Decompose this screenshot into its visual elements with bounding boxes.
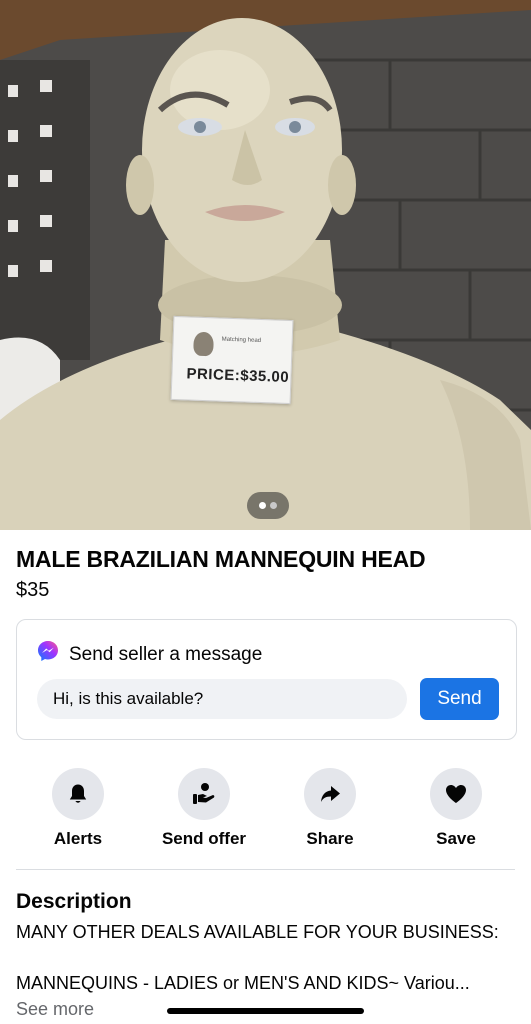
save-circle[interactable]	[430, 768, 482, 820]
mannequin-photo-illustration	[0, 0, 531, 530]
description-line: MANY OTHER DEALS AVAILABLE FOR YOUR BUSI…	[16, 922, 499, 942]
save-label: Save	[436, 829, 476, 848]
send-offer-circle[interactable]	[178, 768, 230, 820]
description-heading: Description	[16, 890, 132, 913]
pager-dot-active[interactable]	[259, 502, 266, 509]
tag-caption: Matching head	[221, 336, 262, 345]
alerts-button[interactable]: Alerts	[18, 768, 138, 849]
bell-icon	[69, 784, 87, 803]
pager-dot[interactable]	[270, 502, 277, 509]
offer-hand-icon	[193, 783, 215, 804]
message-seller-card: Send seller a message Hi, is this availa…	[16, 619, 517, 740]
messenger-icon	[38, 641, 58, 661]
listing-price: $35	[16, 579, 50, 601]
alerts-circle[interactable]	[52, 768, 104, 820]
send-offer-label: Send offer	[161, 829, 247, 848]
alerts-label: Alerts	[53, 829, 103, 848]
home-indicator[interactable]	[167, 1008, 364, 1014]
share-circle[interactable]	[304, 768, 356, 820]
section-divider	[16, 869, 515, 870]
photo-pager[interactable]	[247, 492, 289, 519]
save-button[interactable]: Save	[396, 768, 516, 849]
price-tag: Matching head PRICE:$35.00	[170, 315, 294, 405]
share-label: Share	[306, 829, 354, 848]
heart-icon	[446, 785, 466, 803]
send-offer-button[interactable]: Send offer	[144, 768, 264, 849]
share-arrow-icon	[321, 786, 340, 802]
description-line: MANNEQUINS - LADIES or MEN'S AND KIDS~ V…	[16, 973, 470, 993]
tag-price: PRICE:$35.00	[186, 365, 290, 386]
send-button[interactable]: Send	[420, 678, 499, 720]
message-input[interactable]: Hi, is this available?	[37, 679, 407, 719]
listing-photo[interactable]: Matching head PRICE:$35.00	[0, 0, 531, 530]
share-button[interactable]: Share	[270, 768, 390, 849]
message-heading: Send seller a message	[69, 644, 263, 665]
tag-thumbnail	[193, 331, 214, 357]
see-more-link[interactable]: See more	[16, 999, 94, 1020]
listing-title: MALE BRAZILIAN MANNEQUIN HEAD	[16, 546, 426, 572]
